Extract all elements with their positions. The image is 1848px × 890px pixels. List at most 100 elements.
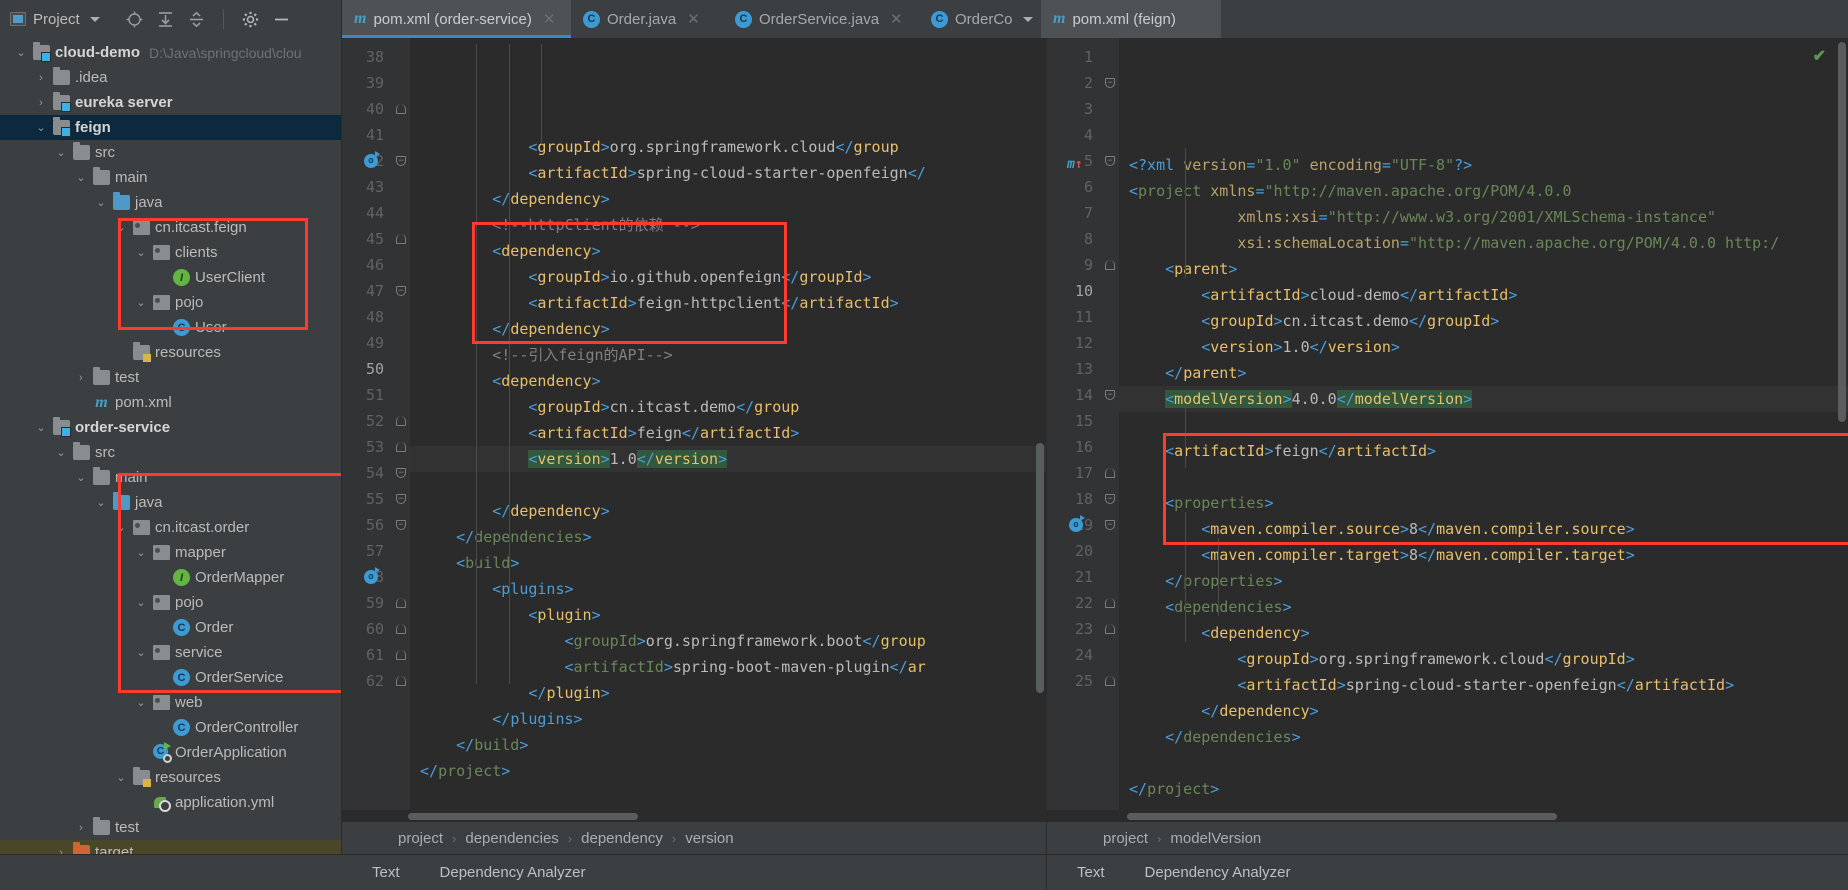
code-line[interactable]: <groupId>cn.itcast.demo</groupId> [1119,308,1848,334]
code-line[interactable]: </build> [410,732,1046,758]
chevron-down-icon[interactable]: ⌄ [74,471,88,484]
gutter-line-number[interactable]: 16 [1047,434,1119,460]
tree-node-resources[interactable]: ⌄ resources [0,765,341,790]
code-line[interactable]: <!--httpClient的依赖 --> [410,212,1046,238]
code-line[interactable]: <artifactId>feign</artifactId> [1119,438,1848,464]
chevron-right-icon[interactable]: › [34,72,48,84]
code-line[interactable]: <artifactId>spring-boot-maven-plugin</ar [410,654,1046,680]
gutter-line-number[interactable]: 50 [342,356,410,382]
gutter-line-number[interactable]: 10 [1047,278,1119,304]
gutter-line-number[interactable]: −18 [1047,486,1119,512]
tree-node--idea[interactable]: › .idea [0,65,341,90]
tab-pom-feign[interactable]: m pom.xml (feign) [1041,0,1221,38]
gutter-line-number[interactable]: 22 [1047,590,1119,616]
breadcrumb-item[interactable]: dependency [581,830,663,847]
tree-node-cn-itcast-feign[interactable]: ⌄ cn.itcast.feign [0,215,341,240]
left-code-text[interactable]: <groupId>org.springframework.cloud</grou… [410,38,1046,810]
chevron-down-icon[interactable]: ⌄ [114,771,128,784]
fold-toggle-icon[interactable] [1105,598,1115,608]
right-vertical-scrollbar[interactable] [1838,42,1846,422]
tree-node-eureka-server[interactable]: › eureka server [0,90,341,115]
tree-node-main[interactable]: ⌄ main [0,465,341,490]
code-line[interactable]: <build> [410,550,1046,576]
tree-node-web[interactable]: ⌄ web [0,690,341,715]
gutter-line-number[interactable]: 43 [342,174,410,200]
fold-toggle-icon[interactable] [396,650,406,660]
gutter-line-number[interactable]: 4 [1047,122,1119,148]
inspection-ok-icon[interactable]: ✔ [1813,46,1826,66]
gutter-line-number[interactable]: 20 [1047,538,1119,564]
fold-toggle-icon[interactable]: − [1105,494,1115,504]
close-icon[interactable]: ✕ [687,10,700,28]
tree-node-userclient[interactable]: I UserClient [0,265,341,290]
gutter-line-number[interactable]: −54 [342,460,410,486]
tree-node-pom-xml[interactable]: m pom.xml [0,390,341,415]
code-line[interactable]: <?xml version="1.0" encoding="UTF-8"?> [1119,152,1848,178]
code-line[interactable]: <plugin> [410,602,1046,628]
code-line[interactable] [1119,750,1848,776]
gutter-line-number[interactable]: 3 [1047,96,1119,122]
gutter-line-number[interactable]: 61 [342,642,410,668]
gutter-line-number[interactable]: 48 [342,304,410,330]
code-line[interactable]: <dependency> [1119,620,1848,646]
collapse-all-icon[interactable] [188,11,205,28]
editor-tab-strip[interactable]: m pom.xml (order-service) ✕ C Order.java… [342,0,1848,38]
tab-order-java[interactable]: C Order.java ✕ [571,0,723,38]
gutter-line-number[interactable]: 8 [1047,226,1119,252]
code-line[interactable] [410,472,1046,498]
fold-toggle-icon[interactable] [1105,260,1115,270]
tree-node-main[interactable]: ⌄ main [0,165,341,190]
gutter-line-number[interactable]: −14 [1047,382,1119,408]
code-line[interactable]: </dependencies> [410,524,1046,550]
code-line[interactable] [1119,464,1848,490]
tree-node-service[interactable]: ⌄ service [0,640,341,665]
code-line[interactable]: <dependency> [410,238,1046,264]
tree-node-orderservice[interactable]: C OrderService [0,665,341,690]
fold-toggle-icon[interactable] [396,442,406,452]
gutter-line-number[interactable]: 38 [342,44,410,70]
tree-node-cn-itcast-order[interactable]: ⌄ cn.itcast.order [0,515,341,540]
close-icon[interactable]: ✕ [543,10,556,28]
code-line[interactable]: </project> [410,758,1046,784]
chevron-right-icon[interactable]: › [34,97,48,109]
chevron-down-icon[interactable]: ⌄ [54,146,68,159]
right-code-text[interactable]: <?xml version="1.0" encoding="UTF-8"?> <p… [1119,38,1848,810]
gutter-line-number[interactable]: 13 [1047,356,1119,382]
tree-node-test[interactable]: › test [0,815,341,840]
chevron-down-icon[interactable]: ⌄ [134,246,148,259]
gutter-line-number[interactable]: 46 [342,252,410,278]
code-line[interactable]: <plugins> [410,576,1046,602]
tree-node-pojo[interactable]: ⌄ pojo [0,290,341,315]
code-line[interactable]: <version>1.0</version> [1119,334,1848,360]
chevron-down-icon[interactable] [89,16,100,22]
fold-toggle-icon[interactable]: − [1105,78,1115,88]
maven-reimport-icon[interactable]: o [364,151,380,168]
fold-toggle-icon[interactable]: − [1105,156,1115,166]
tree-node-orderapplication[interactable]: C OrderApplication [0,740,341,765]
code-line[interactable]: </parent> [1119,360,1848,386]
chevron-down-icon[interactable]: ⌄ [134,296,148,309]
left-breadcrumb[interactable]: project › dependencies › dependency › version [342,822,1046,854]
project-tree-panel[interactable]: ⌄ cloud-demo D:\Java\springcloud\clou › .ide… [0,38,342,854]
left-editor-bottom-tabs[interactable]: Text Dependency Analyzer [342,855,1047,890]
code-line[interactable]: <artifactId>spring-cloud-starter-openfei… [1119,672,1848,698]
fold-toggle-icon[interactable] [396,104,406,114]
chevron-down-icon[interactable]: ⌄ [14,46,28,59]
tree-node-test[interactable]: › test [0,365,341,390]
chevron-down-icon[interactable]: ⌄ [34,421,48,434]
right-breadcrumb[interactable]: project › modelVersion [1047,822,1848,854]
code-line[interactable]: <groupId>io.github.openfeign</groupId> [410,264,1046,290]
locate-icon[interactable] [126,11,143,28]
code-line[interactable]: <modelVersion>4.0.0</modelVersion> [1119,386,1848,412]
right-horizontal-scrollbar-track[interactable] [1047,810,1848,822]
code-line[interactable]: <project xmlns="http://maven.apache.org/… [1119,178,1848,204]
code-line[interactable]: <!--引入feign的API--> [410,342,1046,368]
code-line[interactable]: <dependencies> [1119,594,1848,620]
breadcrumb-item[interactable]: project [398,830,443,847]
chevron-down-icon[interactable] [1022,16,1033,22]
tab-ordercontroller-java[interactable]: C OrderCo [919,0,1041,38]
gutter-line-number[interactable]: 41 [342,122,410,148]
chevron-down-icon[interactable]: ⌄ [134,696,148,709]
tree-node-resources[interactable]: resources [0,340,341,365]
left-gutter[interactable]: 38394041−o4243444546−47484950515253−54−5… [342,38,410,810]
